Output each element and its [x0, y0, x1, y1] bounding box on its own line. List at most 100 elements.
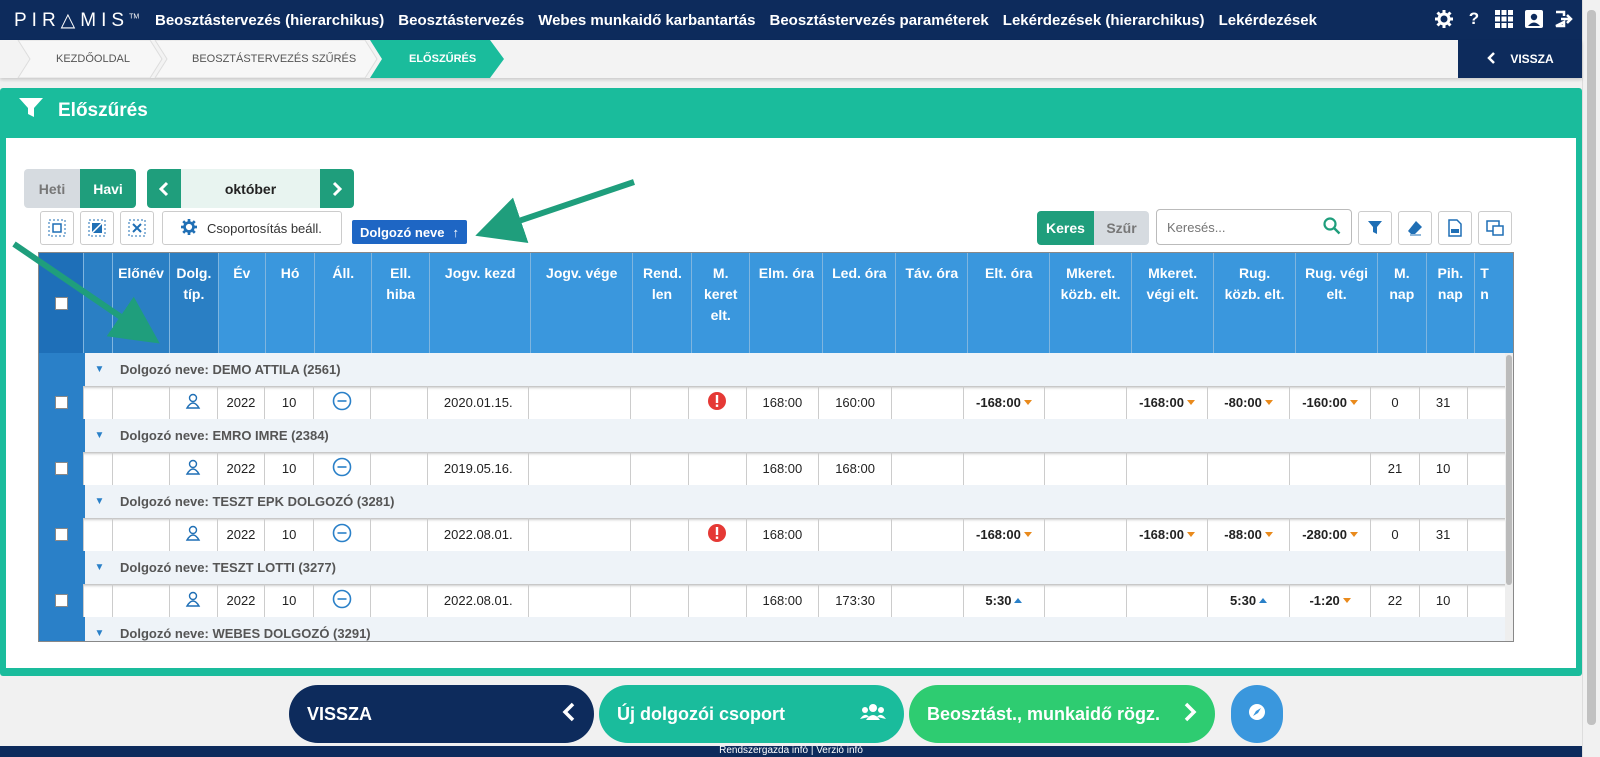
row-checkbox-cell[interactable] [39, 452, 85, 485]
nav-item-planning-params[interactable]: Beosztástervezés paraméterek [769, 12, 988, 29]
row-checkbox-cell[interactable] [39, 386, 85, 419]
row-checkbox[interactable] [54, 462, 68, 475]
caret-down-icon[interactable]: ▼ [85, 485, 114, 518]
table-row[interactable]: 2022 10 2019.05.16. 168:00 168:00 21 10 [39, 452, 1508, 485]
trend-up-icon [1014, 598, 1023, 603]
group-row[interactable]: ▼ Dolgozó neve: WEBES DOLGOZÓ (3291) [39, 617, 1507, 641]
header-rend-len[interactable]: Rend. len [632, 253, 692, 353]
cell-mkeret-kozb [1045, 584, 1127, 617]
eraser-icon [1408, 221, 1422, 236]
header-tav-ora[interactable]: Táv. óra [896, 253, 969, 353]
grid-scrollbar[interactable] [1505, 353, 1513, 641]
header-pih-nap[interactable]: Pih. nap [1426, 253, 1476, 353]
breadcrumb-planning-filter[interactable]: BEOSZTÁSTERVEZÉS SZŰRÉS [192, 40, 356, 78]
caret-down-icon[interactable]: ▼ [85, 353, 114, 386]
employee-type-icon [185, 459, 201, 478]
cell-rug-kozb: 5:30 [1208, 584, 1290, 617]
cell-mkeret-vegi: -168:00 [1127, 386, 1209, 419]
nav-item-planning[interactable]: Beosztástervezés [398, 12, 524, 29]
back-button-bottom[interactable]: VISSZA [289, 685, 594, 743]
header-elm-ora[interactable]: Elm. óra [750, 253, 824, 353]
search-icon[interactable] [1323, 217, 1341, 238]
table-row[interactable]: 2022 10 2020.01.15. 168:00 160:00 -168:00 -168… [39, 386, 1508, 419]
nav-item-queries[interactable]: Lekérdezések [1219, 12, 1317, 29]
cell-dolg-tip [170, 584, 218, 617]
group-row[interactable]: ▼ Dolgozó neve: TESZT EPK DOLGOZÓ (3281) [39, 485, 1507, 518]
group-label: Dolgozó neve: TESZT EPK DOLGOZÓ (3281) [120, 494, 395, 509]
cell-elm-ora: 168:00 [747, 386, 820, 419]
logout-icon[interactable] [1554, 8, 1574, 30]
cell-m-nap: 21 [1371, 452, 1420, 485]
annotation-arrows [12, 179, 635, 344]
cell-pih-nap: 31 [1420, 386, 1468, 419]
cell-m-nap: 22 [1371, 584, 1420, 617]
table-row[interactable]: 2022 10 2022.08.01. 168:00 173:30 5:30 5:30 -1:… [39, 584, 1508, 617]
group-select-cell [39, 353, 85, 386]
page-scrollbar[interactable] [1582, 0, 1600, 757]
header-led-ora[interactable]: Led. óra [823, 253, 897, 353]
gear-icon[interactable] [1434, 8, 1454, 30]
search-input[interactable] [1167, 219, 1317, 235]
cell-m-keret-elt [689, 452, 747, 485]
record-schedule-button[interactable]: Beosztást., munkaidő rögz. [909, 685, 1215, 743]
trend-down-icon [1186, 400, 1195, 405]
filter-button[interactable] [1358, 211, 1392, 245]
cell-ev: 2022 [218, 518, 266, 551]
export-button[interactable] [1438, 211, 1472, 245]
group-row[interactable]: ▼ Dolgozó neve: DEMO ATTILA (2561) [39, 353, 1507, 386]
group-row[interactable]: ▼ Dolgozó neve: EMRO IMRE (2384) [39, 419, 1507, 452]
cell-ev: 2022 [218, 584, 266, 617]
group-row[interactable]: ▼ Dolgozó neve: TESZT LOTTI (3277) [39, 551, 1507, 584]
row-checkbox[interactable] [54, 396, 68, 409]
header-t-n[interactable]: T n [1475, 253, 1513, 353]
group-label: Dolgozó neve: DEMO ATTILA (2561) [120, 362, 341, 377]
group-label: Dolgozó neve: WEBES DOLGOZÓ (3291) [120, 626, 371, 641]
breadcrumb-home[interactable]: KEZDŐOLDAL [56, 40, 130, 78]
help-icon[interactable]: ? [1464, 8, 1484, 30]
cell-expand [84, 386, 113, 419]
trend-down-icon [1342, 598, 1351, 603]
header-elt-ora[interactable]: Elt. óra [968, 253, 1051, 353]
row-checkbox[interactable] [54, 594, 68, 607]
header-m-keret-elt[interactable]: M. keret elt. [691, 253, 751, 353]
employee-type-icon [185, 525, 201, 544]
chevron-right-icon [1183, 702, 1197, 727]
nav-item-web-worktime[interactable]: Webes munkaidő karbantartás [538, 12, 755, 29]
grid-icon[interactable] [1494, 8, 1514, 30]
grid-scrollbar-thumb[interactable] [1506, 355, 1512, 585]
cell-all [314, 386, 372, 419]
clear-filter-button[interactable] [1398, 211, 1432, 245]
user-icon[interactable] [1524, 8, 1544, 30]
keres-button[interactable]: Keres [1037, 211, 1094, 245]
row-checkbox[interactable] [54, 528, 68, 541]
group-label: Dolgozó neve: EMRO IMRE (2384) [120, 428, 329, 443]
cell-rend-len [631, 386, 689, 419]
header-rug-kozb[interactable]: Rug. közb. elt. [1214, 253, 1297, 353]
row-checkbox-cell[interactable] [39, 584, 85, 617]
columns-button[interactable] [1478, 211, 1512, 245]
status-minus-icon [332, 457, 352, 480]
error-icon[interactable] [707, 523, 727, 546]
szur-button[interactable]: Szűr [1094, 211, 1149, 245]
caret-down-icon[interactable]: ▼ [85, 551, 114, 584]
back-button-top[interactable]: VISSZA [1458, 40, 1582, 78]
error-icon[interactable] [707, 391, 727, 414]
caret-down-icon[interactable]: ▼ [85, 419, 114, 452]
nav-item-hierarchical-queries[interactable]: Lekérdezések (hierarchikus) [1003, 12, 1205, 29]
piramis-logo[interactable]: PIR△MISTM [0, 9, 155, 32]
trend-down-icon [1264, 400, 1273, 405]
header-mkeret-vegi[interactable]: Mkeret. végi elt. [1132, 253, 1215, 353]
cell-expand [84, 584, 113, 617]
table-row[interactable]: 2022 10 2022.08.01. 168:00 -168:00 -168:00 -88… [39, 518, 1508, 551]
page-scrollbar-thumb[interactable] [1587, 10, 1596, 725]
header-m-nap[interactable]: M. nap [1378, 253, 1427, 353]
caret-down-icon[interactable]: ▼ [85, 617, 114, 641]
round-action-button[interactable] [1231, 685, 1283, 743]
row-checkbox-cell[interactable] [39, 518, 85, 551]
header-rug-vegi[interactable]: Rug. végi elt. [1296, 253, 1379, 353]
cell-ho: 10 [265, 518, 315, 551]
nav-item-hierarchical-planning[interactable]: Beosztástervezés (hierarchikus) [155, 12, 384, 29]
top-navbar: PIR△MISTM Beosztástervezés (hierarchikus… [0, 0, 1582, 40]
new-employee-group-button[interactable]: Új dolgozói csoport [599, 685, 904, 743]
header-mkeret-kozb[interactable]: Mkeret. közb. elt. [1050, 253, 1133, 353]
